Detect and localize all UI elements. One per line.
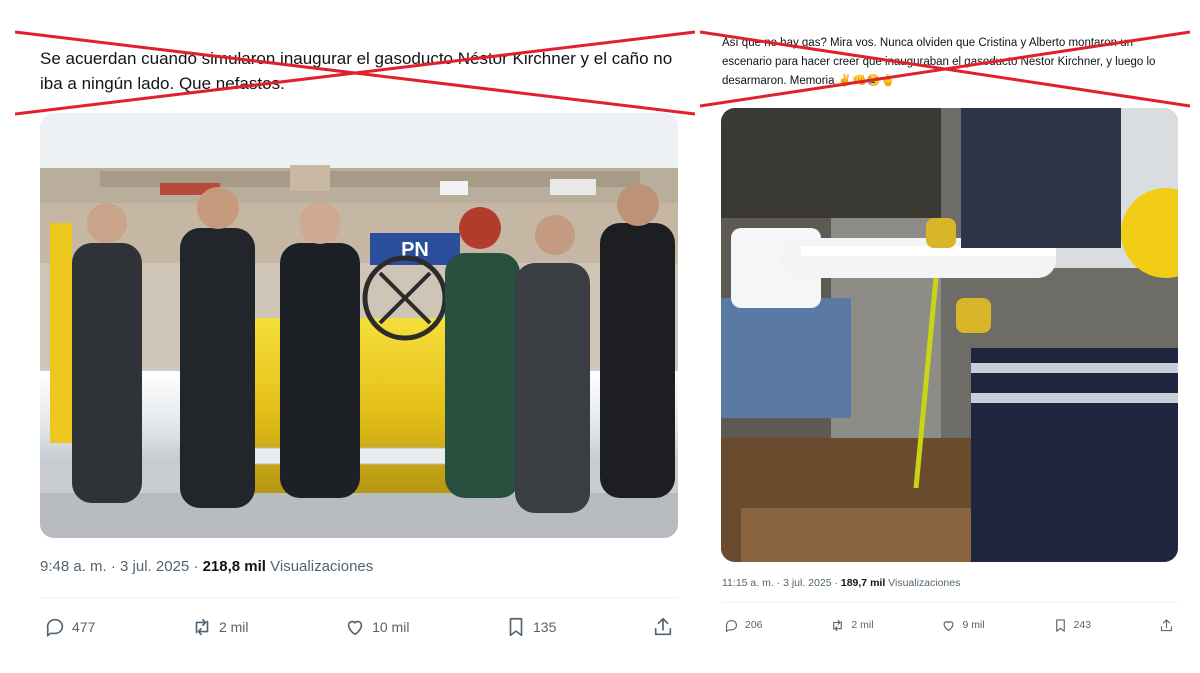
- tweet-text: Así que no hay gas? Mira vos. Nunca olvi…: [722, 37, 1159, 87]
- share-button[interactable]: [652, 616, 674, 638]
- dismantling-video-frame: [721, 108, 1178, 562]
- share-button[interactable]: [1159, 618, 1174, 633]
- bookmark-icon: [509, 617, 523, 637]
- tweet-timestamp: 11:15 a. m. · 3 jul. 2025 ·: [722, 577, 841, 589]
- retweet-icon: [833, 619, 843, 631]
- tweet-metadata: 9:48 a. m. · 3 jul. 2025 · 218,8 mil Vis…: [40, 558, 373, 575]
- retweet-icon: [195, 618, 209, 636]
- share-icon: [654, 617, 672, 636]
- retweet-button[interactable]: 2 mil: [191, 616, 249, 638]
- tweet-text: Se acuerdan cuando simularon inaugurar e…: [40, 49, 677, 93]
- tweet-photo[interactable]: PN: [40, 113, 678, 538]
- reply-button[interactable]: 206: [724, 618, 763, 633]
- reply-button[interactable]: 477: [44, 616, 95, 638]
- tweet-metadata: 11:15 a. m. · 3 jul. 2025 · 189,7 mil Vi…: [722, 577, 960, 589]
- inauguration-photo: PN: [40, 113, 678, 538]
- divider: [40, 597, 678, 598]
- reply-count: 206: [745, 619, 763, 631]
- bookmark-icon: [1055, 618, 1065, 632]
- tweet-actions-bar: 206 2 mil 9 mil 243: [724, 614, 1174, 636]
- share-icon: [1160, 618, 1173, 631]
- tweet-video[interactable]: [721, 108, 1178, 562]
- like-count: 10 mil: [372, 619, 410, 635]
- bookmark-button[interactable]: 243: [1053, 618, 1092, 633]
- like-icon: [347, 620, 363, 636]
- bookmark-count: 243: [1073, 619, 1092, 631]
- views-label: Visualizaciones: [265, 558, 374, 575]
- tweet-timestamp: 9:48 a. m. · 3 jul. 2025 ·: [40, 558, 203, 575]
- retweet-count: 2 mil: [851, 619, 874, 631]
- bookmark-button[interactable]: 135: [505, 616, 556, 638]
- reply-count: 477: [72, 619, 96, 635]
- retweet-button[interactable]: 2 mil: [830, 618, 874, 633]
- like-button[interactable]: 9 mil: [941, 618, 985, 633]
- divider: [722, 602, 1177, 603]
- views-count: 218,8 mil: [202, 558, 266, 575]
- like-button[interactable]: 10 mil: [344, 616, 409, 638]
- like-count: 9 mil: [962, 619, 985, 631]
- bookmark-count: 135: [533, 619, 557, 635]
- right-tweet-card: Así que no hay gas? Mira vos. Nunca olvi…: [700, 0, 1200, 673]
- tweet-actions-bar: 477 2 mil 10 mil 135: [44, 614, 674, 640]
- reply-icon: [46, 618, 64, 637]
- reply-icon: [725, 619, 738, 632]
- left-tweet-card: Se acuerdan cuando simularon inaugurar e…: [0, 0, 690, 673]
- views-count: 189,7 mil: [840, 577, 886, 589]
- views-label: Visualizaciones: [885, 577, 961, 589]
- like-icon: [944, 620, 954, 631]
- retweet-count: 2 mil: [218, 619, 249, 635]
